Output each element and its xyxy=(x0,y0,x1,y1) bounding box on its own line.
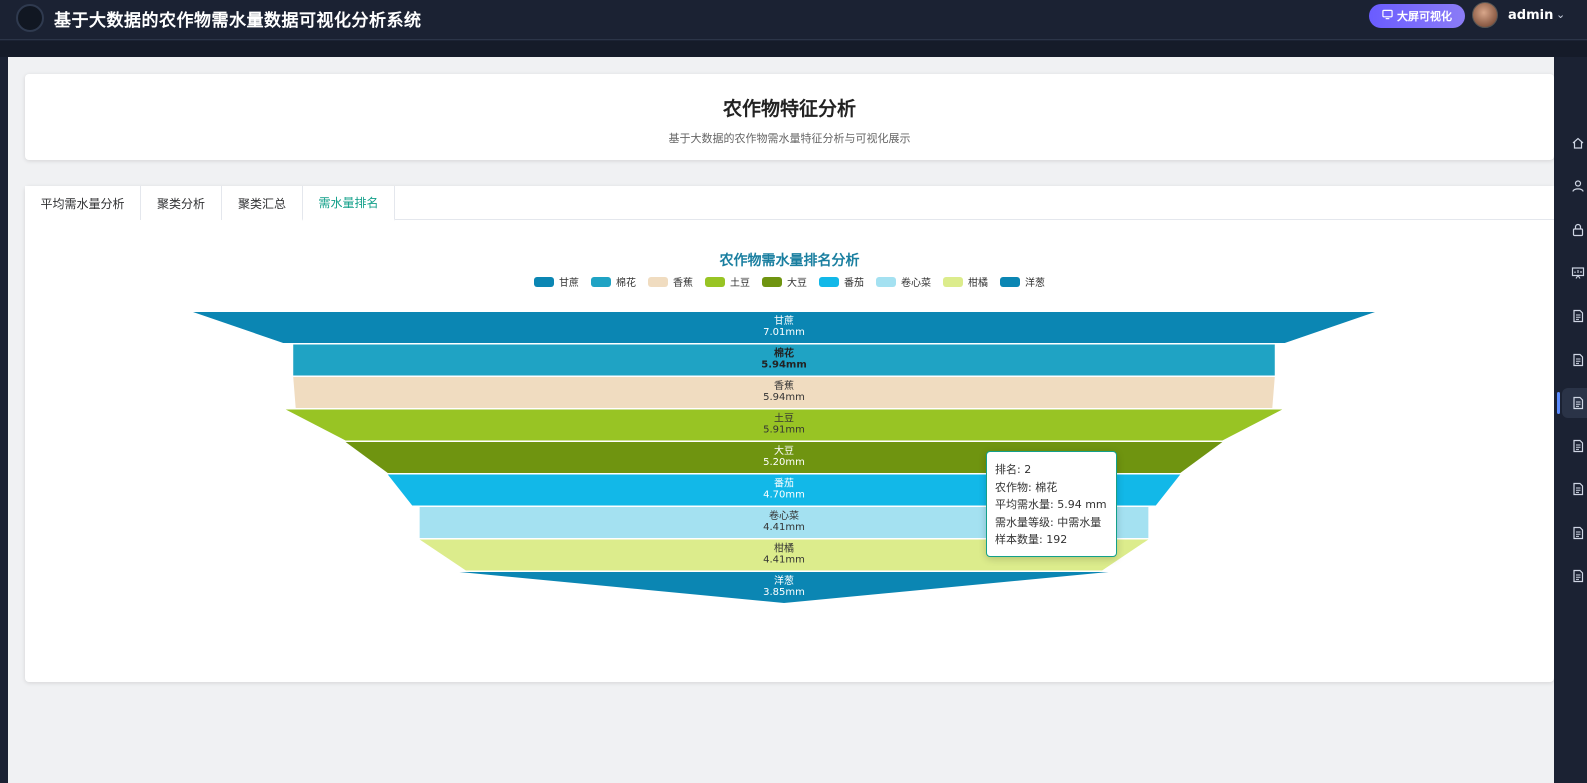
tooltip-line: 需水量等级: 中需水量 xyxy=(995,515,1102,529)
app-logo xyxy=(16,4,44,32)
bigscreen-button[interactable]: 大屏可视化 xyxy=(1369,4,1465,28)
page-header-card: 农作物特征分析 基于大数据的农作物需水量特征分析与可视化展示 xyxy=(25,74,1554,160)
funnel-label-value: 4.70mm xyxy=(763,490,805,501)
tooltip-line: 平均需水量: 5.94 mm xyxy=(995,498,1107,511)
page-subtitle: 基于大数据的农作物需水量特征分析与可视化展示 xyxy=(668,132,911,145)
right-sidebar xyxy=(1554,57,1587,783)
funnel-label-value: 4.41mm xyxy=(763,555,805,566)
document-icon[interactable] xyxy=(1570,395,1586,411)
funnel-label-value: 7.01mm xyxy=(763,327,805,338)
chart-card: 平均需水量分析 聚类分析 聚类汇总 需水量排名 农作物需水量排名分析 甘蔗 棉花香… xyxy=(25,186,1554,682)
tooltip-line: 农作物: 棉花 xyxy=(995,480,1058,494)
tooltip-line: 样本数量: 192 xyxy=(995,533,1068,546)
funnel-label-name: 番茄 xyxy=(774,477,794,490)
funnel-label-value: 3.85mm xyxy=(763,587,805,598)
funnel-label-name: 土豆 xyxy=(774,412,794,425)
document-icon[interactable] xyxy=(1570,481,1586,497)
page-title: 农作物特征分析 xyxy=(722,98,856,120)
presentation-icon[interactable] xyxy=(1570,265,1586,281)
document-icon[interactable] xyxy=(1570,568,1586,584)
funnel-label-value: 4.41mm xyxy=(763,522,805,533)
document-icon[interactable] xyxy=(1570,352,1586,368)
funnel-label-value: 5.91mm xyxy=(763,425,805,436)
lock-icon[interactable] xyxy=(1570,222,1586,238)
tooltip-line: 排名: 2 xyxy=(995,463,1032,476)
content-area: 农作物特征分析 基于大数据的农作物需水量特征分析与可视化展示 平均需水量分析 聚… xyxy=(8,57,1554,783)
home-icon[interactable] xyxy=(1570,135,1586,151)
top-bar: 基于大数据的农作物需水量数据可视化分析系统 大屏可视化 admin ⌄ xyxy=(0,0,1587,40)
funnel-label-value: 5.20mm xyxy=(763,457,805,468)
sidebar-active-indicator xyxy=(1557,391,1560,414)
monitor-icon xyxy=(1382,9,1393,23)
funnel-label-name: 香蕉 xyxy=(774,380,794,392)
chevron-down-icon[interactable]: ⌄ xyxy=(1556,8,1565,21)
funnel-label-name: 棉花 xyxy=(774,347,794,360)
funnel-label-name: 甘蔗 xyxy=(774,314,794,327)
bigscreen-label: 大屏可视化 xyxy=(1397,10,1452,23)
user-icon[interactable] xyxy=(1570,178,1586,194)
funnel-label-name: 卷心菜 xyxy=(769,509,799,522)
funnel-label-name: 柑橘 xyxy=(774,542,794,555)
document-icon[interactable] xyxy=(1570,525,1586,541)
funnel-chart: 甘蔗7.01mm棉花5.94mm香蕉5.94mm土豆5.91mm大豆5.20mm… xyxy=(193,312,1375,603)
funnel-label-value: 5.94mm xyxy=(763,392,805,403)
nav-strip xyxy=(0,41,1587,57)
document-icon[interactable] xyxy=(1570,308,1586,324)
app-title: 基于大数据的农作物需水量数据可视化分析系统 xyxy=(54,11,422,31)
funnel-label-name: 洋葱 xyxy=(774,574,794,587)
funnel-label-value: 5.94mm xyxy=(761,360,807,371)
funnel-label-name: 大豆 xyxy=(774,444,794,457)
document-icon[interactable] xyxy=(1570,438,1586,454)
username[interactable]: admin xyxy=(1508,8,1553,23)
chart-tooltip: 排名: 2 农作物: 棉花平均需水量: 5.94 mm 需水量等级: 中需水量 样本数… xyxy=(986,451,1117,557)
avatar[interactable] xyxy=(1472,2,1498,28)
